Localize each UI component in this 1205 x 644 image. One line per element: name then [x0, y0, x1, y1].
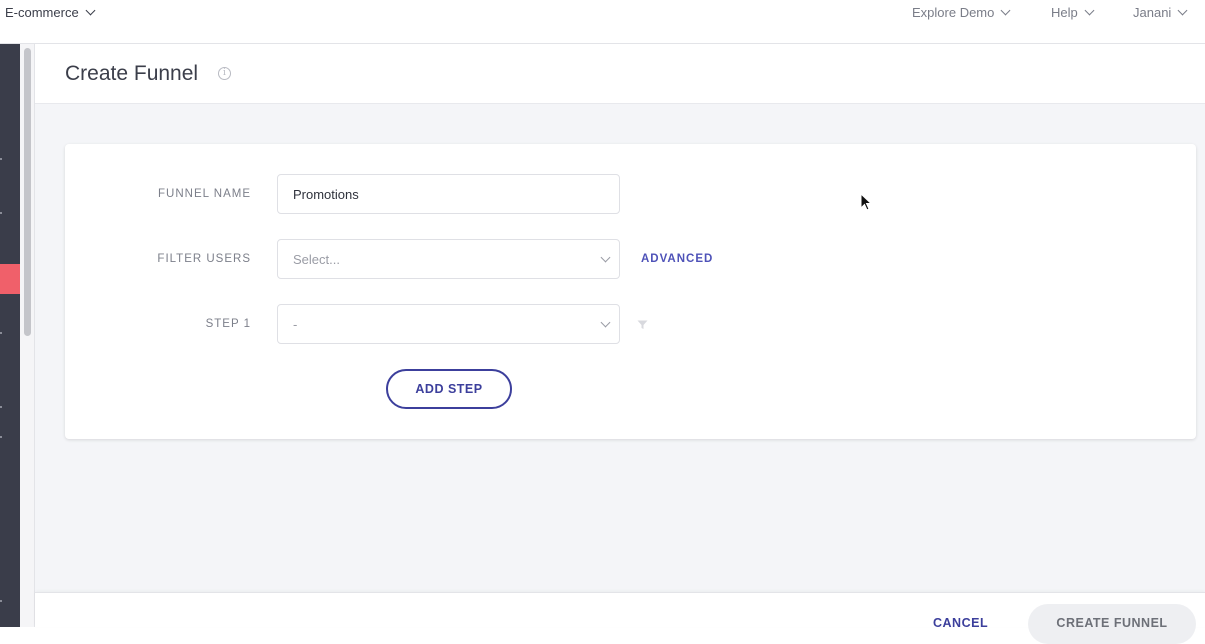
- page-header: Create Funnel i: [35, 44, 1205, 104]
- filter-users-placeholder: Select...: [293, 251, 340, 267]
- create-funnel-button[interactable]: CREATE FUNNEL: [1028, 604, 1196, 644]
- advanced-link[interactable]: ADVANCED: [641, 253, 713, 265]
- funnel-name-label: FUNNEL NAME: [158, 188, 251, 200]
- chevron-down-icon: [1000, 5, 1011, 16]
- cancel-button[interactable]: CANCEL: [933, 616, 988, 630]
- step-1-label: STEP 1: [205, 318, 251, 330]
- sidebar-item-active[interactable]: [0, 264, 20, 294]
- scrollbar-thumb[interactable]: [24, 48, 31, 336]
- filter-users-select[interactable]: Select...: [277, 239, 620, 279]
- step-1-select[interactable]: -: [277, 304, 620, 344]
- filter-users-label: FILTER USERS: [157, 253, 251, 265]
- step-1-value: -: [293, 316, 298, 332]
- sidebar-item[interactable]: [0, 212, 2, 214]
- sidebar-item[interactable]: [0, 332, 2, 334]
- chevron-down-icon: [600, 252, 611, 263]
- user-menu[interactable]: Janani: [1133, 5, 1188, 20]
- funnel-name-input[interactable]: Promotions: [277, 174, 620, 214]
- main-content: FUNNEL NAME Promotions FILTER USERS Sele…: [35, 104, 1205, 592]
- project-selector[interactable]: E-commerce: [5, 5, 96, 20]
- cursor-icon: [860, 193, 872, 211]
- top-bar: E-commerce Explore Demo Help Janani: [0, 0, 1205, 44]
- scrollbar[interactable]: [20, 44, 35, 627]
- help-label: Help: [1051, 5, 1078, 20]
- sidebar: [0, 44, 20, 627]
- sidebar-item[interactable]: [0, 158, 2, 160]
- chevron-down-icon: [85, 5, 96, 16]
- explore-demo-label: Explore Demo: [912, 5, 995, 20]
- filter-icon[interactable]: [637, 320, 648, 330]
- project-label: E-commerce: [5, 5, 79, 20]
- sidebar-item[interactable]: [0, 436, 2, 438]
- funnel-form-card: FUNNEL NAME Promotions FILTER USERS Sele…: [65, 144, 1196, 439]
- info-icon[interactable]: i: [218, 67, 231, 80]
- explore-demo-menu[interactable]: Explore Demo: [912, 5, 1011, 20]
- chevron-down-icon: [600, 317, 611, 328]
- chevron-down-icon: [1177, 5, 1188, 16]
- sidebar-item[interactable]: [0, 406, 2, 408]
- footer-bar: CANCEL CREATE FUNNEL: [35, 592, 1205, 644]
- add-step-button[interactable]: ADD STEP: [386, 369, 512, 409]
- chevron-down-icon: [1084, 5, 1095, 16]
- page-title: Create Funnel: [65, 62, 199, 85]
- user-label: Janani: [1133, 5, 1172, 20]
- help-menu[interactable]: Help: [1051, 5, 1095, 20]
- sidebar-item[interactable]: [0, 600, 2, 602]
